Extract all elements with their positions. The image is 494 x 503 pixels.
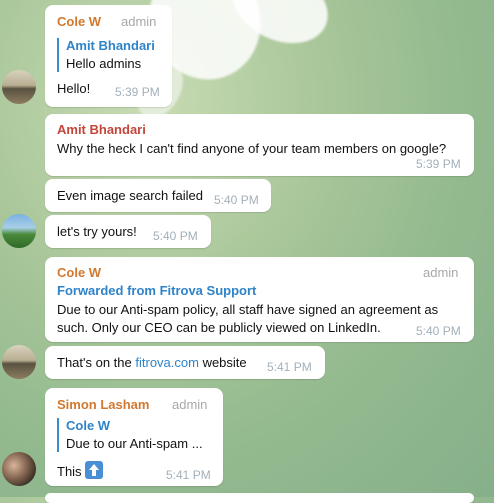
admin-badge: admin: [423, 265, 459, 280]
message-text-content: This: [57, 464, 82, 479]
text-after-link: website: [198, 355, 247, 370]
message-time: 5:40 PM: [153, 229, 198, 243]
message-time: 5:40 PM: [416, 324, 461, 338]
message-time: 5:39 PM: [115, 85, 160, 99]
message-text: Why the heck I can't find anyone of your…: [57, 141, 447, 156]
message-text: let's try yours!: [57, 224, 137, 239]
reply-quote[interactable]: Cole W Due to our Anti-spam ...: [57, 418, 203, 452]
message-bubble[interactable]: Amit Bhandari Why the heck I can't find …: [45, 114, 474, 176]
admin-badge: admin: [121, 14, 157, 29]
message-text: Hello!: [57, 81, 91, 96]
message-bubble[interactable]: let's try yours! 5:40 PM: [45, 215, 211, 248]
message-bubble[interactable]: That's on the fitrova.com website 5:41 P…: [45, 346, 325, 379]
message-text: Even image search failed: [57, 188, 203, 203]
message-bubble[interactable]: Cole W admin Forwarded from Fitrova Supp…: [45, 257, 474, 342]
text-before-link: That's on the: [57, 355, 136, 370]
message-text: This: [57, 461, 104, 479]
avatar-cole-w[interactable]: [2, 70, 36, 104]
message-text-line-1: Due to our Anti-spam policy, all staff h…: [57, 302, 439, 317]
quoted-text: Hello admins: [66, 56, 142, 71]
quoted-sender: Amit Bhandari: [66, 38, 155, 53]
message-time: 5:40 PM: [214, 193, 259, 207]
fitrova-link[interactable]: fitrova.com: [135, 355, 199, 370]
quoted-text: Due to our Anti-spam ...: [66, 436, 203, 451]
sender-name[interactable]: Cole W: [57, 14, 101, 29]
forwarded-from-label[interactable]: Forwarded from Fitrova Support: [57, 283, 256, 298]
message-bubble[interactable]: Cole W admin Amit Bhandari Hello admins …: [45, 5, 172, 107]
sender-name[interactable]: Simon Lasham: [57, 397, 149, 412]
message-bubble[interactable]: [45, 493, 474, 503]
sender-name[interactable]: Cole W: [57, 265, 101, 280]
message-bubble[interactable]: Even image search failed 5:40 PM: [45, 179, 271, 212]
reply-quote[interactable]: Amit Bhandari Hello admins: [57, 38, 155, 72]
message-text: That's on the fitrova.com website: [57, 355, 247, 370]
message-text-line-2: such. Only our CEO can be publicly viewe…: [57, 320, 381, 335]
message-time: 5:41 PM: [166, 468, 211, 482]
avatar-simon-lasham[interactable]: [2, 452, 36, 486]
sender-name[interactable]: Amit Bhandari: [57, 122, 146, 137]
up-arrow-emoji-icon: [85, 461, 104, 479]
message-bubble[interactable]: Simon Lasham admin Cole W Due to our Ant…: [45, 388, 223, 486]
message-time: 5:41 PM: [267, 360, 312, 374]
avatar-amit-bhandari[interactable]: [2, 214, 36, 248]
avatar-cole-w[interactable]: [2, 345, 36, 379]
admin-badge: admin: [172, 397, 208, 412]
quoted-sender: Cole W: [66, 418, 111, 433]
message-time: 5:39 PM: [416, 157, 461, 171]
